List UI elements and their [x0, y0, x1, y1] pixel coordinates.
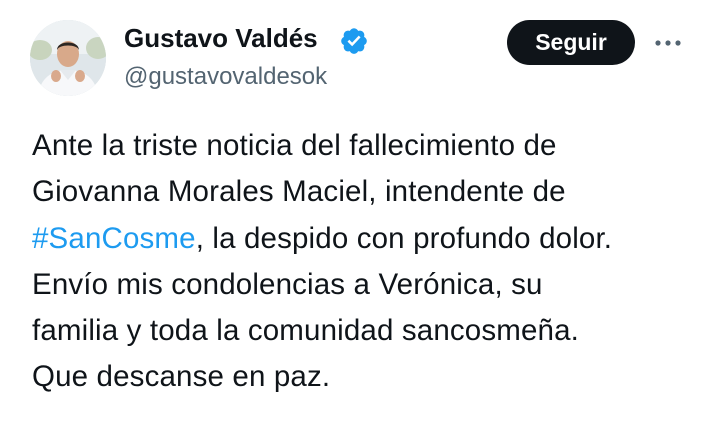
more-options-icon[interactable] — [648, 26, 688, 60]
author-handle[interactable]: @gustavovaldesok — [124, 62, 327, 92]
hashtag-link[interactable]: #SanCosme — [32, 222, 196, 255]
author-display-name[interactable]: Gustavo Valdés — [124, 22, 318, 54]
tweet-text-line: Envío mis condolencias a Verónica, su — [32, 267, 543, 301]
verified-badge-icon — [341, 28, 367, 54]
tweet-text-line: Giovanna Morales Maciel, intendente de — [32, 175, 566, 209]
tweet-text-line: familia y toda la comunidad sancosmeña. — [32, 314, 579, 348]
tweet-card: Gustavo Valdés @gustavovaldesok Seguir A… — [0, 0, 714, 423]
profile-photo-icon — [30, 20, 106, 96]
tweet-text-line: Que descanse en paz. — [32, 360, 331, 394]
follow-button[interactable]: Seguir — [507, 20, 635, 65]
tweet-text: Ante la triste noticia del fallecimiento… — [32, 123, 702, 401]
author-avatar[interactable] — [30, 20, 106, 96]
tweet-text-fragment: , la despido con profundo dolor. — [195, 221, 613, 255]
tweet-text-line: Ante la triste noticia del fallecimiento… — [32, 129, 557, 162]
tweet-text-line: #SanCosme, la despido con profundo dolor… — [32, 216, 702, 262]
